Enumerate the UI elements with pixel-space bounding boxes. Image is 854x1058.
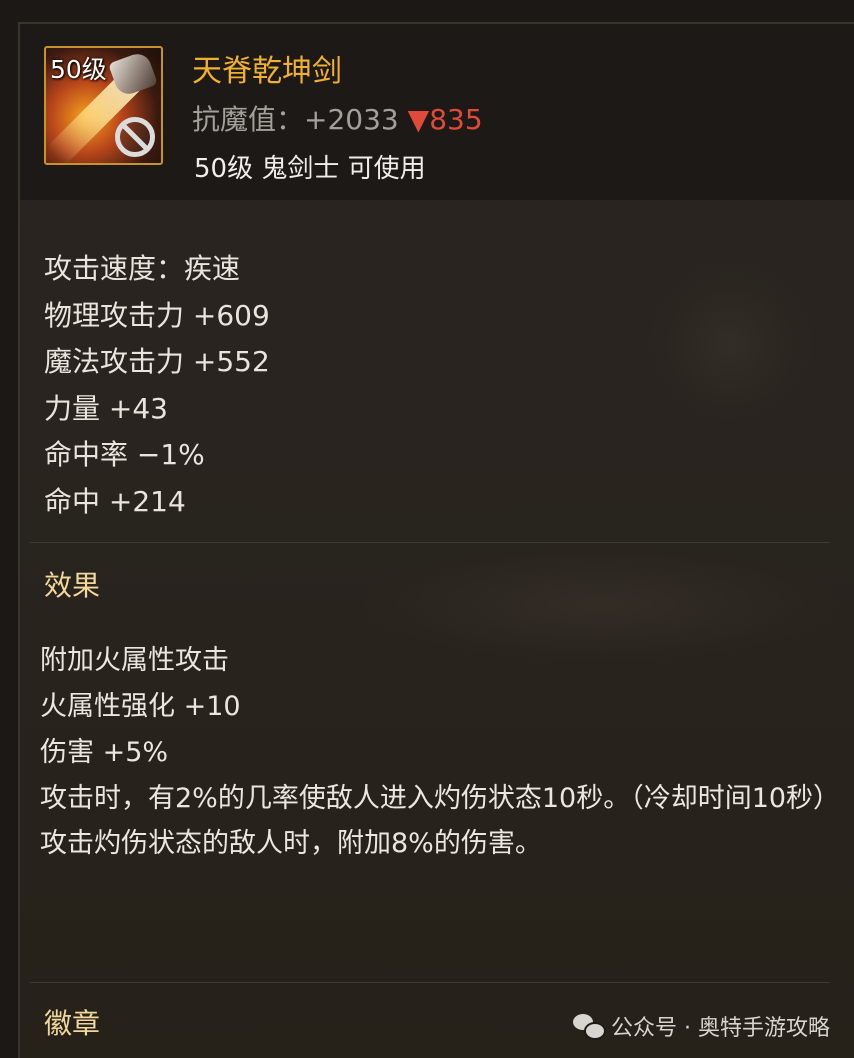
effect-line: 伤害 +5% bbox=[40, 737, 169, 768]
resist-label: 抗魔值：+2033 bbox=[192, 103, 399, 136]
usable-requirement: 50级 鬼剑士 可使用 bbox=[194, 154, 426, 184]
effect-line: 攻击灼伤状态的敌人时，附加8%的伤害。 bbox=[40, 828, 542, 859]
divider bbox=[30, 982, 830, 983]
wechat-icon bbox=[573, 1014, 607, 1040]
down-arrow-icon: ▼ bbox=[407, 103, 430, 136]
attribute-list: 攻击速度：疾速 物理攻击力 +609 魔法攻击力 +552 力量 +43 命中率… bbox=[44, 246, 270, 525]
watermark: 公众号 · 奥特手游攻略 bbox=[573, 1010, 830, 1042]
item-tooltip: 50级 天脊乾坤剑 抗魔值：+2033 ▼835 50级 鬼剑士 可使用 攻击速… bbox=[18, 22, 854, 1058]
attribute-strength: 力量 +43 bbox=[44, 391, 168, 425]
tooltip-header: 50级 天脊乾坤剑 抗魔值：+2033 ▼835 50级 鬼剑士 可使用 bbox=[20, 24, 854, 200]
badge-section-title: 徽章 bbox=[44, 1007, 101, 1040]
attribute-attack-speed: 攻击速度：疾速 bbox=[44, 252, 241, 285]
background-emblem bbox=[640, 254, 820, 434]
attribute-hit: 命中 +214 bbox=[44, 484, 186, 518]
effect-line: 攻击时，有2%的几率使敌人进入灼伤状态10秒。（冷却时间10秒） bbox=[40, 783, 841, 814]
effect-line: 附加火属性攻击 bbox=[40, 645, 229, 676]
item-name: 天脊乾坤剑 bbox=[192, 54, 342, 89]
effect-section-title: 效果 bbox=[44, 569, 101, 602]
attribute-magic-attack: 魔法攻击力 +552 bbox=[44, 345, 270, 378]
attribute-hit-rate: 命中率 −1% bbox=[44, 438, 205, 471]
item-level-badge: 50级 bbox=[50, 55, 107, 84]
resist-stat: 抗魔值：+2033 ▼835 bbox=[192, 98, 483, 138]
forbidden-icon bbox=[115, 117, 155, 157]
effect-list: 附加火属性攻击 火属性强化 +10 伤害 +5% 攻击时，有2%的几率使敌人进入… bbox=[40, 638, 841, 867]
divider bbox=[30, 542, 830, 543]
attribute-physical-attack: 物理攻击力 +609 bbox=[44, 298, 270, 332]
game-screen: 50级 天脊乾坤剑 抗魔值：+2033 ▼835 50级 鬼剑士 可使用 攻击速… bbox=[0, 0, 854, 1058]
resist-change-value: 835 bbox=[429, 103, 483, 136]
effect-line: 火属性强化 +10 bbox=[40, 691, 241, 722]
sword-icon: 50级 bbox=[44, 46, 163, 165]
watermark-text: 公众号 · 奥特手游攻略 bbox=[611, 1016, 830, 1041]
